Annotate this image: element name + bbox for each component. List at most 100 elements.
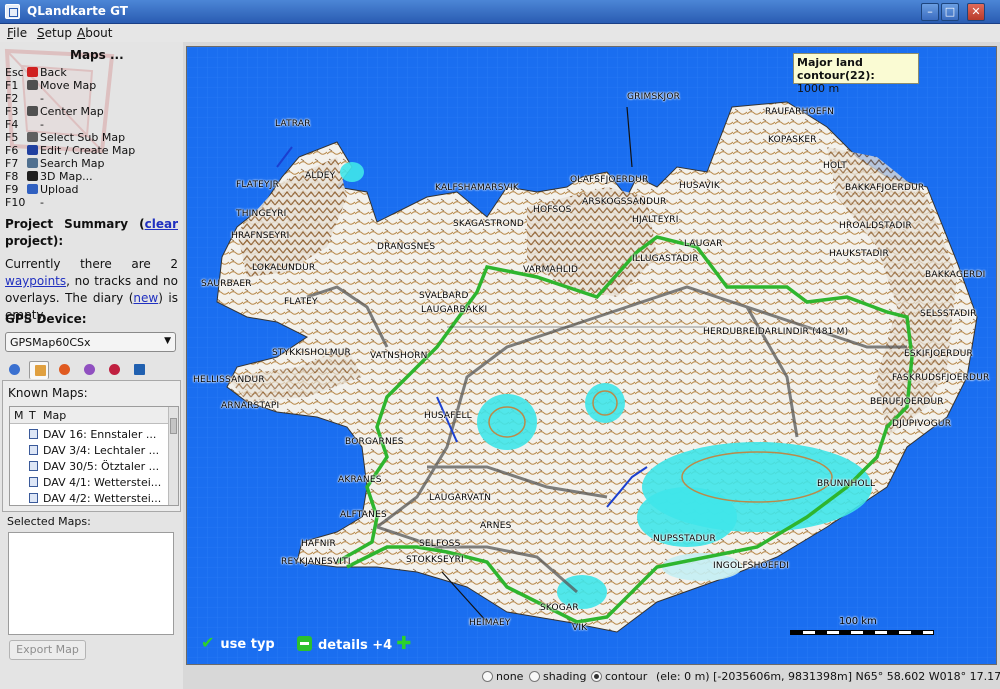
move-map-icon (27, 80, 38, 90)
maps-menu-item[interactable]: F6 Edit / Create Map (5, 144, 135, 157)
maps-menu-item[interactable]: F5 Select Sub Map (5, 131, 125, 144)
track-icon (84, 364, 95, 375)
place-label: HJALTEYRI (632, 215, 679, 225)
tab-globe[interactable] (4, 361, 24, 379)
place-label: ARNES (480, 521, 512, 531)
place-label: SKAGASTROND (453, 219, 524, 229)
column-map[interactable]: Map (43, 409, 66, 422)
place-label: HOFSOS (533, 205, 572, 215)
tab-tracks[interactable] (79, 361, 99, 379)
maps-menu-item[interactable]: F8 3D Map... (5, 170, 93, 183)
menu-item-label: Search Map (40, 157, 105, 170)
column-t[interactable]: T (29, 409, 36, 422)
place-label: LOKALUNDUR (252, 263, 316, 273)
maps-menu-item: F10 - (5, 196, 44, 209)
list-scrollbar[interactable] (168, 407, 178, 505)
shortcut-key: F9 (5, 183, 19, 196)
shortcut-key: F5 (5, 131, 19, 144)
maps-menu-item[interactable]: F7 Search Map (5, 157, 105, 170)
place-label: SKOGAR (540, 603, 579, 613)
scale-bar (790, 630, 934, 635)
menu-setup[interactable]: Setup (37, 26, 72, 40)
known-maps-label: Known Maps: (8, 386, 88, 400)
table-row[interactable]: DAV 4/1: Wetterstei... (10, 474, 170, 490)
menu-file[interactable]: File (7, 26, 27, 40)
waypoints-link[interactable]: waypoints (5, 274, 66, 288)
menu-item-label: 3D Map... (40, 170, 93, 183)
place-label: FLATEYJR (236, 180, 280, 190)
known-maps-list[interactable]: M T Map DAV 16: Ennstaler ... DAV 3/4: Le… (9, 406, 179, 506)
gps-device-label: GPS Device: (5, 312, 87, 326)
radio-shading[interactable]: shading (529, 670, 586, 683)
shortcut-key: F10 (5, 196, 26, 209)
gps-device-select[interactable]: GPSMap60CSx ▼ (5, 332, 176, 352)
column-m[interactable]: M (14, 409, 24, 422)
place-label: SVALBARD (419, 291, 469, 301)
place-label: BORGARNES (345, 437, 404, 447)
place-label: REYKJANESVITI (281, 557, 351, 567)
maps-menu-item[interactable]: F3 Center Map (5, 105, 104, 118)
star-icon (59, 364, 70, 375)
place-label: LAUGARBAKKI (421, 305, 488, 315)
list-header: M T Map (10, 407, 170, 424)
hofsjokull-glacier (585, 383, 625, 423)
shortcut-key: F6 (5, 144, 19, 157)
radio-none[interactable]: none (482, 670, 523, 683)
place-label: SAURBAER (201, 279, 252, 289)
table-row[interactable]: DAV 3/4: Lechtaler ... (10, 442, 170, 458)
tab-waypoints[interactable] (54, 361, 74, 379)
place-label: GRIMSKJOR (627, 92, 681, 102)
table-row[interactable]: DAV 30/5: Ötztaler ... (10, 458, 170, 474)
table-row[interactable]: DAV 16: Ennstaler ... (10, 426, 170, 442)
maps-menu-item[interactable]: F9 Upload (5, 183, 79, 196)
minimize-button[interactable]: – (921, 3, 939, 21)
place-label: HOLT (823, 161, 847, 171)
place-label: ILLUGASTADIR (632, 254, 699, 264)
place-label: LAUGAR (684, 239, 723, 249)
tab-routes[interactable] (104, 361, 124, 379)
place-label: AKRANES (338, 475, 382, 485)
place-label: KOPASKER (768, 135, 817, 145)
place-label: ARSKOGSSANDUR (582, 197, 667, 207)
place-label: THINGEYRI (236, 209, 287, 219)
maximize-button[interactable]: □ (941, 3, 959, 21)
langjokull-glacier (477, 394, 537, 450)
known-maps-panel: Known Maps: M T Map DAV 16: Ennstaler ..… (2, 380, 181, 512)
app-icon[interactable] (5, 4, 20, 19)
back-arrow-icon (27, 67, 38, 77)
shortcut-key: F8 (5, 170, 19, 183)
menu-item-label: Edit / Create Map (40, 144, 136, 157)
summary-header: Project Summary (clear project): (5, 217, 178, 248)
export-map-button[interactable]: Export Map (9, 640, 86, 660)
place-label: FASKRUDSFJOERDUR (892, 373, 990, 383)
use-typ-toggle[interactable]: ✔ use typ (201, 633, 275, 652)
table-row[interactable]: DAV 4/2: Wetterstei... (10, 490, 170, 505)
plus-details-button[interactable]: ✚ (396, 633, 411, 654)
place-label: VARMAHLID (523, 265, 579, 275)
place-label: KALFSHAMARSVIK (435, 183, 519, 193)
menu-about[interactable]: About (77, 26, 113, 40)
selected-maps-list[interactable] (8, 532, 174, 635)
place-label: HERDUBREIDARLINDIR (481 M) (703, 327, 849, 337)
radio-contour[interactable]: contour (591, 670, 647, 683)
place-label: HUSAVIK (679, 181, 720, 191)
upload-icon (27, 184, 38, 194)
close-button[interactable]: ✕ (967, 3, 985, 21)
menu-item-label: Select Sub Map (40, 131, 126, 144)
tab-maps[interactable] (29, 361, 49, 379)
details-label: details +4 (318, 638, 393, 653)
place-label: HEIMAEY (469, 618, 511, 628)
project-summary: Project Summary (clear project): Current… (5, 216, 178, 324)
place-label: FLATEY (284, 297, 318, 307)
minus-details-button[interactable] (297, 636, 312, 651)
place-label: HROALDSTADIR (839, 221, 912, 231)
tab-overlays[interactable] (129, 361, 149, 379)
new-diary-link[interactable]: new (133, 291, 158, 305)
map-view[interactable]: Major land contour(22): 1000 m LATRAR ALD… (186, 46, 997, 665)
menu-item-label: Center Map (40, 105, 104, 118)
clear-project-link[interactable]: clear (145, 217, 178, 231)
place-label: HAFNIR (301, 539, 336, 549)
maps-menu-item[interactable]: F1 Move Map (5, 79, 96, 92)
maps-menu-item[interactable]: Esc Back (5, 66, 67, 79)
place-label: BAKKAGERDI (925, 270, 986, 280)
